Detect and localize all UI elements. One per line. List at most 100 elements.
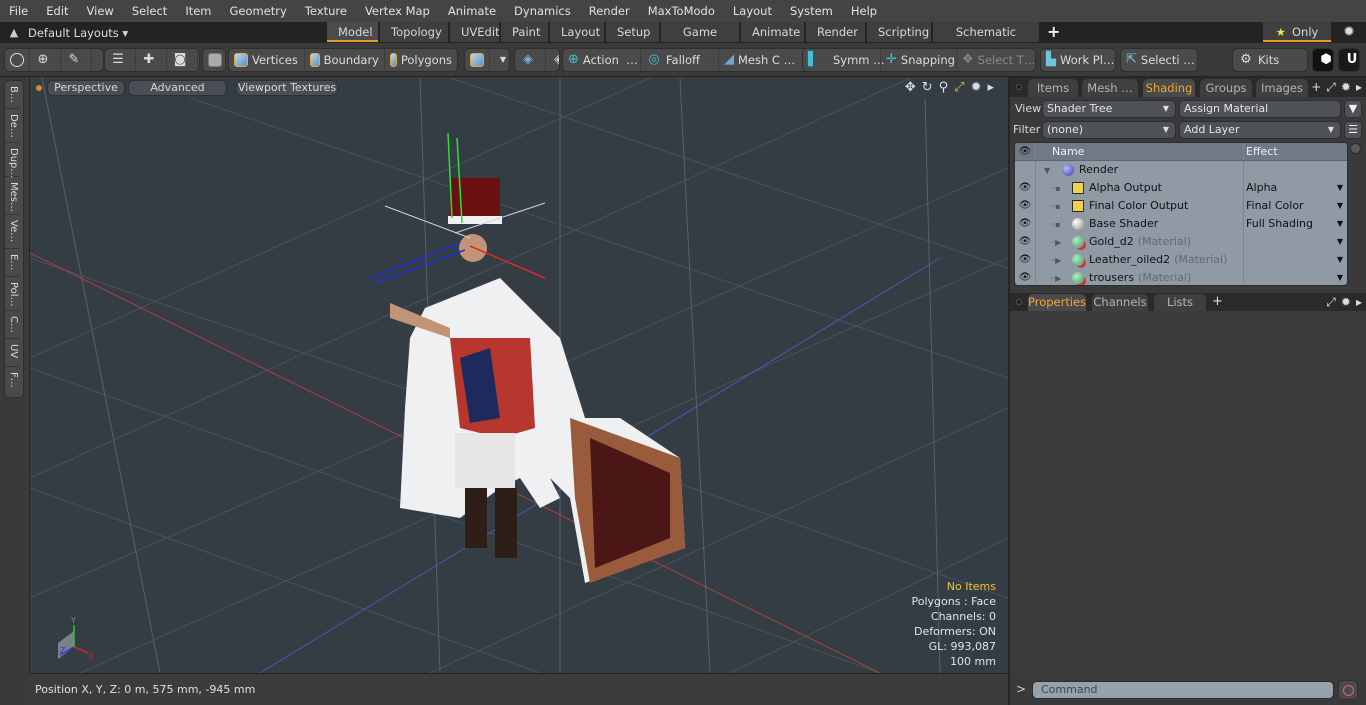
kits-button[interactable]: ⚙ Kits <box>1233 49 1307 71</box>
menu-edit[interactable]: Edit <box>37 0 77 22</box>
visibility-eye-icon[interactable]: 👁 <box>1015 215 1036 233</box>
boundary-button[interactable]: Boundary <box>305 49 385 71</box>
tab-schematic-fusion[interactable]: Schematic Fusion <box>933 22 1039 59</box>
tab-channels[interactable]: Channels <box>1092 294 1148 311</box>
tab-layout[interactable]: Layout <box>550 22 604 42</box>
menu-dynamics[interactable]: Dynamics <box>505 0 580 22</box>
arrow-right-icon[interactable]: ▸ <box>1356 295 1362 310</box>
collapse-arrow-icon[interactable]: ▼ <box>1044 162 1062 180</box>
shader-tree-row[interactable]: 👁 ··▶ Gold_d2 (Material) ▼ <box>1015 233 1347 251</box>
vtab-fusion[interactable]: F… <box>5 367 19 397</box>
only-button[interactable]: ★ Only <box>1263 22 1331 42</box>
shader-tree-row[interactable]: 👁 ··▪ Final Color Output Final Color ▼ <box>1015 197 1347 215</box>
menu-select[interactable]: Select <box>123 0 176 22</box>
record-macro-button[interactable] <box>1338 680 1358 700</box>
local-transform-button[interactable]: ◈ <box>546 49 559 71</box>
arrow-right-icon[interactable]: ▸ <box>1356 80 1362 95</box>
tab-lists[interactable]: Lists <box>1154 294 1206 311</box>
tab-topology[interactable]: Topology <box>380 22 448 42</box>
vtab-deform[interactable]: De… <box>5 109 19 143</box>
tab-paint[interactable]: Paint <box>501 22 548 42</box>
view-dropdown[interactable]: Shader Tree ▼ <box>1042 100 1176 118</box>
shader-tree-row[interactable]: 👁 ··▶ Leather_oiled2 (Material) ▼ <box>1015 251 1347 269</box>
menu-vertex-map[interactable]: Vertex Map <box>356 0 439 22</box>
add-tab-icon[interactable]: + <box>1311 80 1321 95</box>
arrow-right-icon[interactable]: ▸ <box>987 80 994 96</box>
align-button[interactable]: ☰ <box>105 49 136 71</box>
vtab-curve[interactable]: C… <box>5 311 19 339</box>
tab-game-tools[interactable]: Game Tools <box>661 22 739 59</box>
tab-uvedit[interactable]: UVEdit <box>450 22 500 42</box>
effect-dropdown[interactable]: Final Color ▼ <box>1244 197 1347 215</box>
add-tab-icon[interactable]: + <box>1212 294 1223 309</box>
tab-items[interactable]: Items <box>1028 79 1078 97</box>
material-mode-button[interactable] <box>465 49 490 71</box>
effect-dropdown[interactable]: ▼ <box>1244 251 1347 269</box>
unreal-button[interactable]: U <box>1339 49 1359 71</box>
visibility-eye-icon[interactable]: 👁 <box>1015 179 1036 197</box>
layer-name-cell[interactable]: ··▶ trousers (Material) <box>1036 269 1244 285</box>
expand-arrow-icon[interactable]: ··▶ <box>1050 252 1072 270</box>
symmetry-button[interactable]: ▌ Symm … <box>803 49 885 71</box>
menu-maxtomodo[interactable]: MaxToModo <box>639 0 724 22</box>
circle-select-button[interactable] <box>5 49 30 71</box>
tab-setup[interactable]: Setup <box>606 22 659 42</box>
list-options-button[interactable]: ☰ <box>1344 121 1362 139</box>
collapse-icon[interactable]: ▲ <box>0 26 28 39</box>
polygons-button[interactable]: Polygons <box>385 49 457 71</box>
menu-item[interactable]: Item <box>176 0 220 22</box>
vtab-uv[interactable]: UV <box>5 339 19 367</box>
rotate-icon[interactable]: ↻ <box>922 80 933 96</box>
gear-icon[interactable]: ✹ <box>1341 80 1351 95</box>
vtab-duplicate[interactable]: Dup… <box>5 143 19 178</box>
layer-name-cell[interactable]: ▼ Render <box>1036 161 1244 179</box>
zoom-icon[interactable]: ⚲ <box>939 80 949 96</box>
menu-file[interactable]: File <box>0 0 37 22</box>
layer-name-cell[interactable]: ··▪ Alpha Output <box>1036 179 1244 197</box>
expand-arrow-icon[interactable]: ··▶ <box>1050 234 1072 252</box>
path-button[interactable]: ⟨ <box>92 49 103 71</box>
effect-column-header[interactable]: Effect <box>1244 143 1347 160</box>
visibility-eye-icon[interactable]: 👁 <box>1015 197 1036 215</box>
menu-system[interactable]: System <box>781 0 842 22</box>
vtab-edge[interactable]: E… <box>5 249 19 277</box>
vtab-basic[interactable]: B… <box>5 81 19 109</box>
name-column-header[interactable]: Name <box>1036 143 1244 160</box>
expand-arrow-icon[interactable]: ··▶ <box>1050 270 1072 285</box>
tab-model[interactable]: Model <box>327 22 378 42</box>
snapping-button[interactable]: ✛ Snapping <box>881 49 957 71</box>
menu-layout[interactable]: Layout <box>724 0 781 22</box>
layer-name-cell[interactable]: ··▶ Leather_oiled2 (Material) <box>1036 251 1244 269</box>
visibility-eye-icon[interactable] <box>1015 161 1036 179</box>
tab-mesh[interactable]: Mesh … <box>1082 79 1138 97</box>
viewport-menu-dot[interactable] <box>36 85 42 91</box>
add-layer-dropdown[interactable]: Add Layer ▼ <box>1179 121 1341 139</box>
menu-view[interactable]: View <box>78 0 123 22</box>
gear-icon[interactable]: ✹ <box>1338 22 1360 42</box>
tab-scripting[interactable]: Scripting <box>867 22 931 42</box>
shader-tree-row[interactable]: 👁 ··▪ Alpha Output Alpha ▼ <box>1015 179 1347 197</box>
visibility-eye-icon[interactable]: 👁 <box>1015 233 1036 251</box>
selection-sets-button[interactable]: ⇱ Selecti … <box>1121 49 1197 71</box>
tab-images[interactable]: Images <box>1256 79 1308 97</box>
layer-name-cell[interactable]: ··▪ Final Color Output <box>1036 197 1244 215</box>
maximize-icon[interactable]: ⤢ <box>1326 80 1336 95</box>
action-center-button[interactable]: ⊕ Action … <box>563 49 641 71</box>
menu-geometry[interactable]: Geometry <box>221 0 296 22</box>
viewport-textures-button[interactable]: Viewport Textures <box>236 80 338 96</box>
menu-help[interactable]: Help <box>842 0 886 22</box>
panel-menu-dot[interactable] <box>1016 84 1022 90</box>
item-mode-button[interactable] <box>203 49 225 71</box>
filter-dropdown[interactable]: (none) ▼ <box>1042 121 1176 139</box>
tab-animate[interactable]: Animate <box>741 22 804 42</box>
command-input[interactable]: Command <box>1032 681 1334 699</box>
perspective-button[interactable]: Perspective <box>47 80 125 96</box>
effect-dropdown[interactable]: ▼ <box>1244 269 1347 285</box>
layer-name-cell[interactable]: ··▶ Gold_d2 (Material) <box>1036 233 1244 251</box>
material-dropdown-button[interactable]: ▼ <box>490 49 509 71</box>
unity-button[interactable]: ⬢ <box>1313 49 1333 71</box>
menu-render[interactable]: Render <box>580 0 639 22</box>
frame-button[interactable]: ◙ <box>167 49 198 71</box>
maximize-icon[interactable]: ⤢ <box>954 80 964 96</box>
visibility-eye-icon[interactable]: 👁 <box>1015 251 1036 269</box>
